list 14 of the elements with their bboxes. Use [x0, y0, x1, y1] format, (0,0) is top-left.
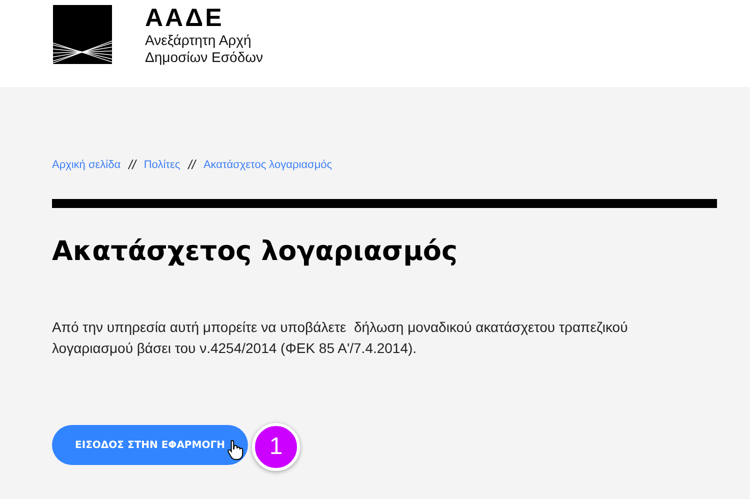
logo-subtitle: Δημοσίων Εσόδων [145, 49, 264, 66]
page-title: Ακατάσχετος λογαριασμός [52, 236, 458, 267]
hand-cursor-icon [227, 439, 245, 461]
breadcrumb-link[interactable]: Αρχική σελίδα [52, 158, 121, 170]
breadcrumb-link[interactable]: Πολίτες [144, 158, 180, 170]
logo-title: ΑΑΔΕ [145, 4, 225, 32]
breadcrumb-separator: // [128, 157, 136, 172]
breadcrumb-separator: // [188, 157, 196, 172]
enter-app-button[interactable]: ΕΙΣΟΔΟΣ ΣΤΗΝ ΕΦΑΡΜΟΓΗ [52, 425, 248, 465]
description: Από την υπηρεσία αυτή μπορείτε να υποβάλετε δήλωση μοναδικού ακατάσχετου τραπεζικού λογαριασμού βάσει του ν.4254/2014 (ΦΕΚ 85 Α'/7.4.2014). [52, 318, 629, 358]
logo-subtitle: Ανεξάρτητη Αρχή [145, 32, 252, 49]
step-badge: 1 [252, 423, 300, 471]
breadcrumb-link[interactable]: Ακατάσχετος λογαριασμός [203, 158, 332, 170]
logo-icon [53, 5, 112, 64]
